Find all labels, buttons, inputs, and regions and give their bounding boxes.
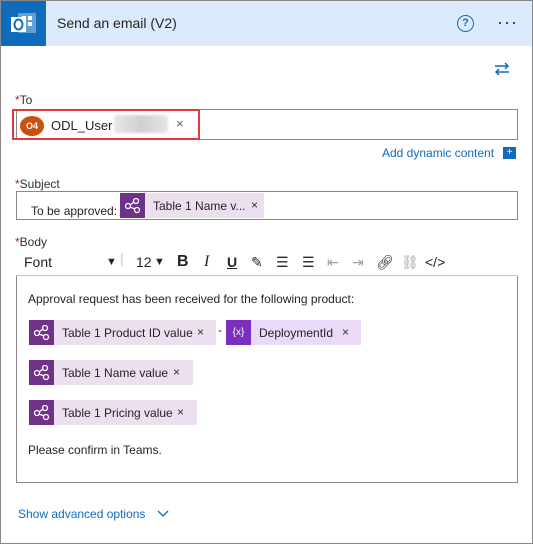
show-advanced-options-link[interactable]: Show advanced options: [18, 507, 169, 521]
decrease-indent-icon[interactable]: ⇤: [327, 254, 339, 271]
body-token[interactable]: Table 1 Pricing value ×: [29, 400, 197, 425]
subject-label: *Subject: [15, 177, 60, 191]
token-label: Table 1 Name v...: [153, 199, 246, 213]
add-dynamic-content-link[interactable]: Add dynamic content: [382, 146, 494, 160]
token-label: Table 1 Product ID value: [62, 326, 193, 340]
switch-mode-icon[interactable]: [493, 61, 511, 80]
token-label: Table 1 Name value: [62, 366, 169, 380]
bold-button[interactable]: B: [177, 253, 189, 271]
to-label: *To: [15, 93, 33, 107]
body-label: *Body: [15, 235, 48, 249]
redacted-text: [114, 115, 168, 133]
chevron-down-icon: [157, 510, 169, 517]
remove-token-button[interactable]: ×: [197, 325, 204, 339]
avatar: O4: [20, 116, 44, 136]
body-token[interactable]: Table 1 Product ID value ×: [29, 320, 216, 345]
body-token[interactable]: {x} DeploymentId ×: [226, 320, 361, 345]
remove-token-button[interactable]: ×: [342, 325, 349, 339]
body-token[interactable]: Table 1 Name value ×: [29, 360, 193, 385]
token-label: Table 1 Pricing value: [62, 406, 173, 420]
bulleted-list-icon[interactable]: ☰: [276, 254, 289, 271]
chevron-down-icon[interactable]: ▼: [154, 256, 165, 268]
italic-button[interactable]: I: [204, 253, 209, 271]
unlink-icon[interactable]: ⛓︎: [401, 254, 419, 271]
recipient-name: ODL_User: [51, 118, 113, 133]
link-icon[interactable]: 🔗︎: [376, 254, 394, 271]
body-intro-text: Approval request has been received for t…: [28, 292, 355, 306]
subject-prefix-text: To be approved:: [31, 204, 118, 218]
token-separator: -: [218, 323, 222, 337]
numbered-list-icon[interactable]: ☰: [302, 254, 315, 271]
remove-recipient-button[interactable]: ×: [176, 116, 184, 131]
more-options-icon[interactable]: ···: [497, 12, 518, 33]
remove-token-button[interactable]: ×: [251, 198, 258, 212]
outlook-icon: [1, 1, 46, 46]
font-size-select[interactable]: 12: [136, 254, 152, 270]
rich-text-toolbar: Font ▼ | 12 ▼ B I U ✎ ☰ ☰ ⇤ ⇥ 🔗︎ ⛓︎ </>: [16, 250, 518, 276]
table-node-icon: [29, 320, 54, 345]
add-dynamic-content-icon[interactable]: +: [503, 147, 516, 159]
remove-token-button[interactable]: ×: [173, 365, 180, 379]
code-view-button[interactable]: </>: [425, 254, 445, 270]
body-closing-text: Please confirm in Teams.: [28, 443, 162, 457]
table-node-icon: [29, 400, 54, 425]
font-family-select[interactable]: Font: [24, 254, 52, 270]
action-card: Send an email (V2) ? ··· *To O4 ODL_User…: [0, 0, 533, 544]
highlight-pen-icon[interactable]: ✎: [251, 254, 263, 271]
table-node-icon: [29, 360, 54, 385]
action-title: Send an email (V2): [57, 15, 177, 31]
card-header[interactable]: Send an email (V2) ? ···: [1, 1, 532, 46]
variable-icon: {x}: [226, 320, 251, 345]
help-icon[interactable]: ?: [457, 15, 474, 32]
chevron-down-icon[interactable]: ▼: [106, 256, 117, 268]
token-label: DeploymentId: [259, 326, 334, 340]
remove-token-button[interactable]: ×: [177, 405, 184, 419]
subject-token[interactable]: Table 1 Name v... ×: [120, 193, 264, 218]
increase-indent-icon[interactable]: ⇥: [352, 254, 364, 271]
table-node-icon: [120, 193, 145, 218]
underline-button[interactable]: U: [227, 254, 237, 270]
separator: |: [120, 250, 124, 266]
